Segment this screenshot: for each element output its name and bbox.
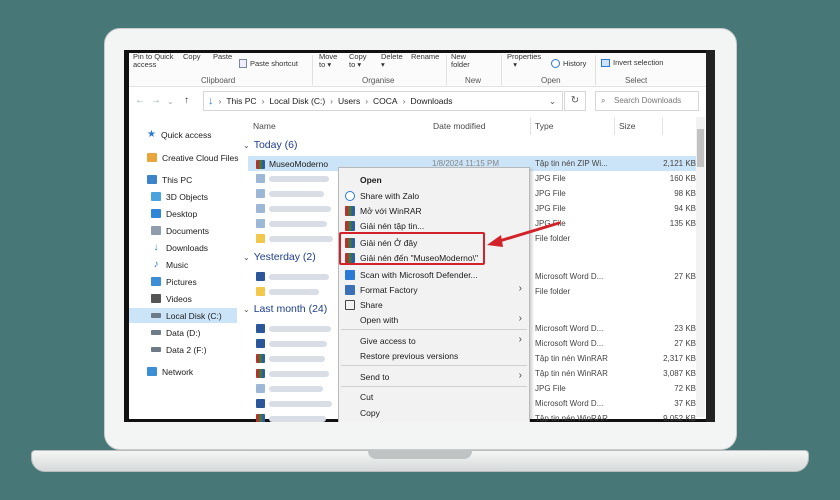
laptop-screen: Pin to Quick access Copy Paste Paste sho…: [124, 50, 715, 422]
annotation-arrow: [487, 221, 561, 247]
background-window-strip: [706, 50, 715, 422]
laptop-notch: [368, 450, 472, 459]
annotation-arrow-head: [487, 235, 503, 247]
file-explorer-window: Pin to Quick access Copy Paste Paste sho…: [129, 53, 712, 422]
annotation-arrow-shaft: [494, 221, 561, 244]
